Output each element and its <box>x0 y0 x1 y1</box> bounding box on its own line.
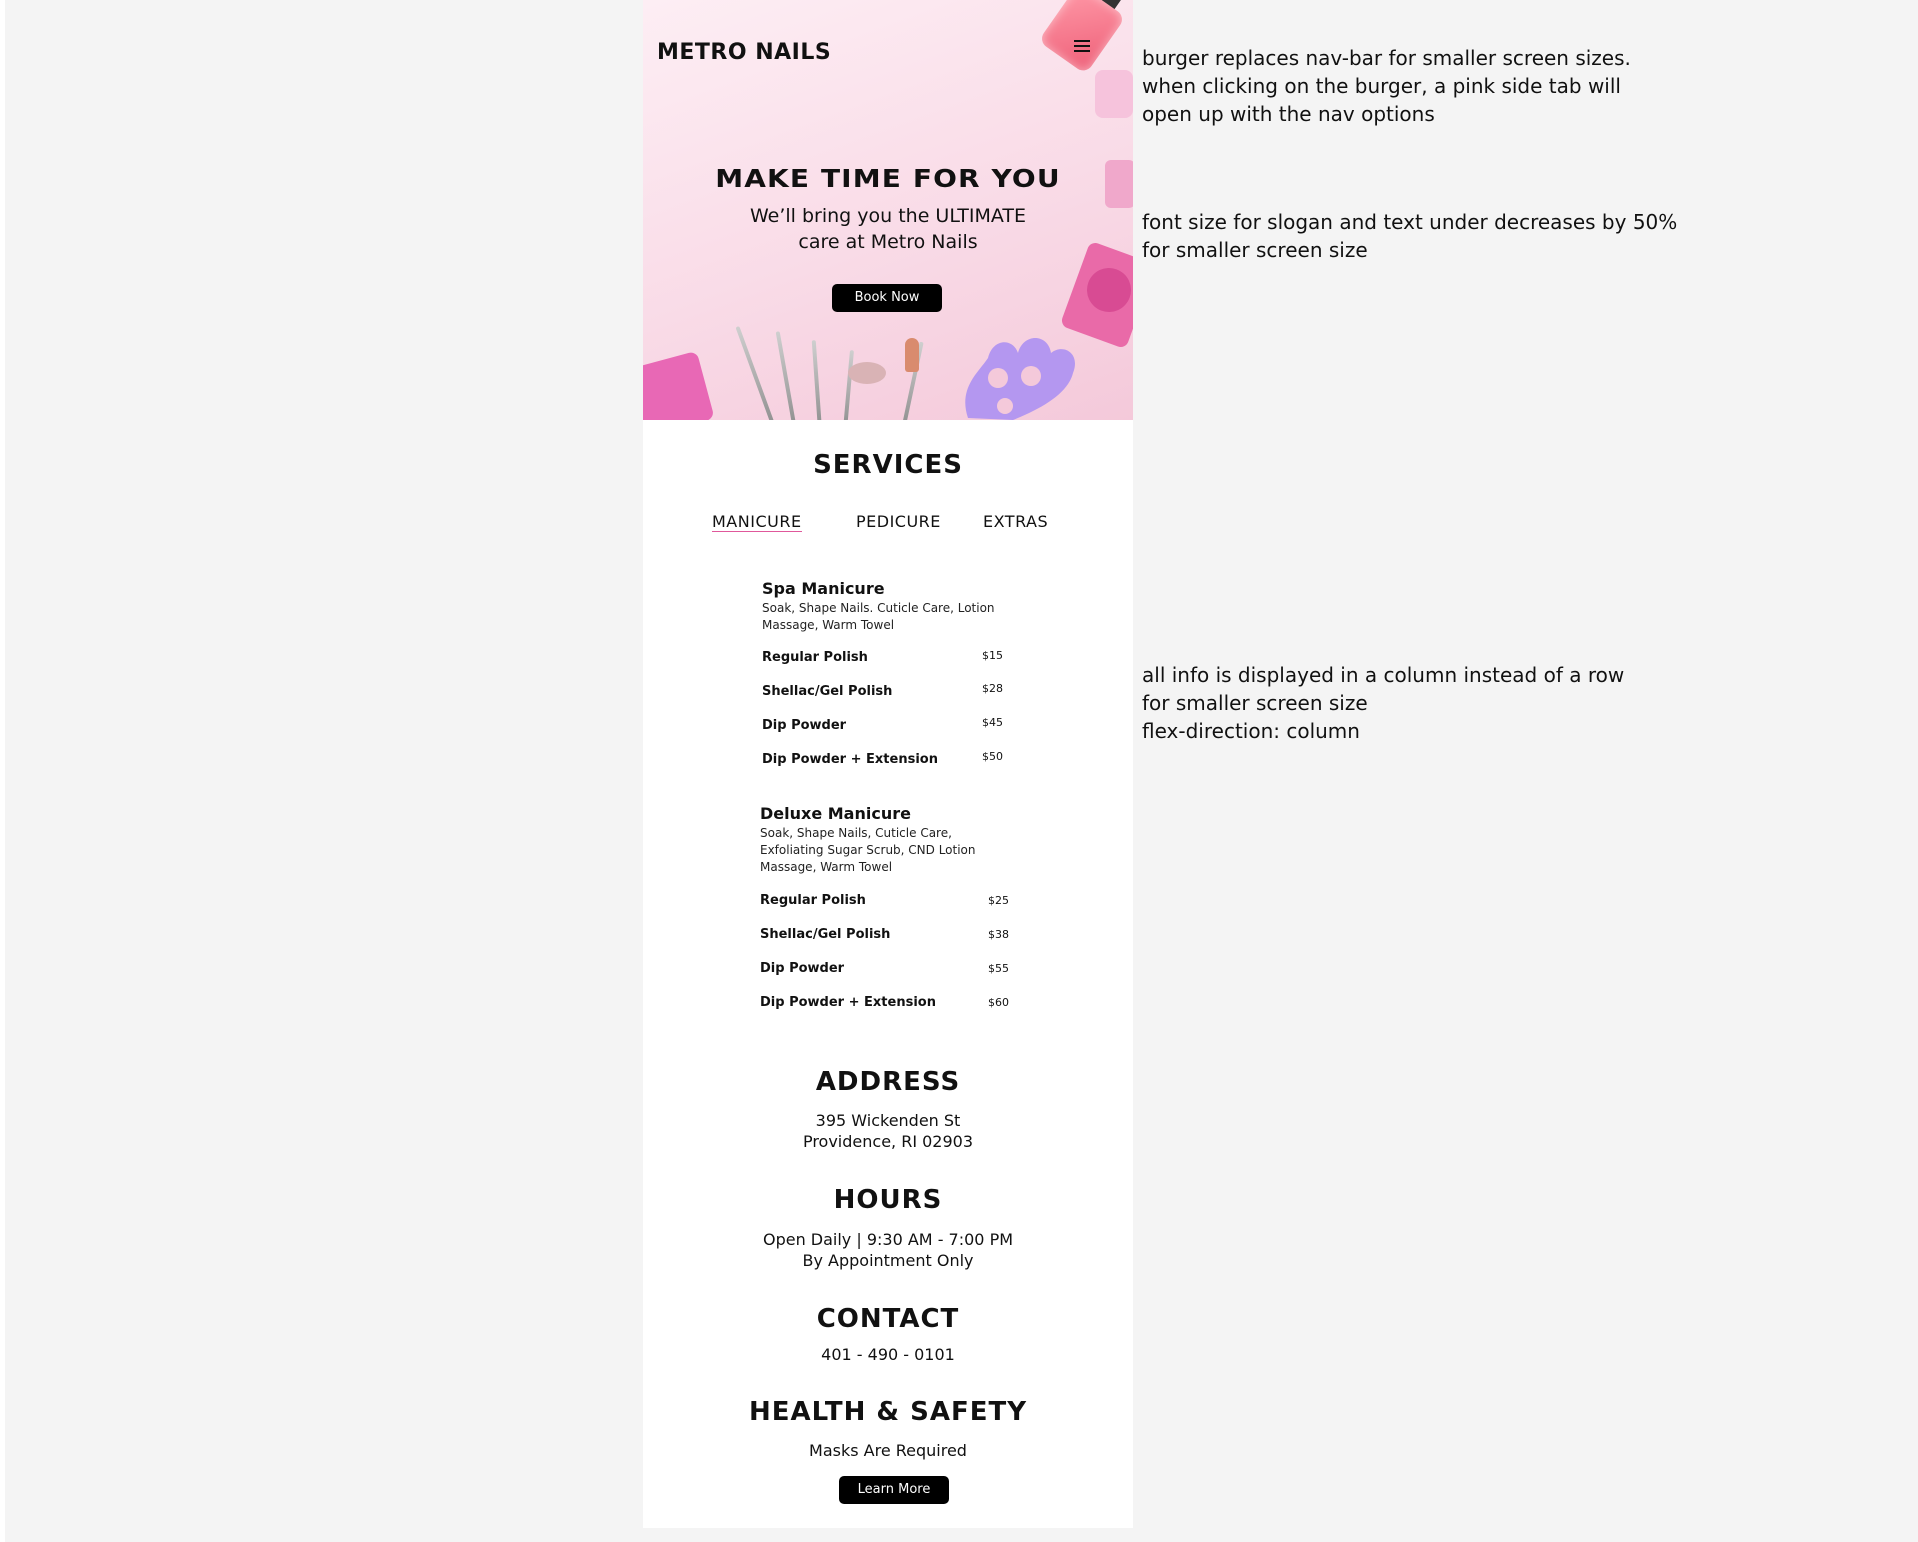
service-name: Spa Manicure <box>762 579 885 598</box>
health-safety-title: HEALTH & SAFETY <box>748 1397 1028 1427</box>
option-label: Dip Powder <box>760 961 845 976</box>
pink-jar-image <box>643 350 715 420</box>
hours-title: HOURS <box>833 1185 943 1215</box>
nail-drill-bit-image <box>905 338 919 372</box>
pink-jar-image <box>1095 70 1133 118</box>
annotation-line: all info is displayed in a column instea… <box>1142 663 1625 687</box>
hours-line: Open Daily | 9:30 AM - 7:00 PM <box>762 1230 1014 1249</box>
annotation-font-size: font size for slogan and text under decr… <box>1142 208 1702 264</box>
service-description-line: Soak, Shape Nails, Cuticle Care, <box>760 826 952 840</box>
option-price: $50 <box>982 750 1003 763</box>
hero-section: METRO NAILS MAKE TIME FOR YOU We’ll brin… <box>643 0 1133 420</box>
hero-slogan: MAKE TIME FOR YOU <box>715 164 1061 193</box>
option-price: $38 <box>988 928 1009 941</box>
annotation-line: for smaller screen size <box>1142 691 1368 715</box>
brand-logo[interactable]: METRO NAILS <box>657 40 831 65</box>
mobile-mockup: METRO NAILS MAKE TIME FOR YOU We’ll brin… <box>643 0 1133 1528</box>
option-price: $15 <box>982 649 1003 662</box>
contact-title: CONTACT <box>816 1304 960 1334</box>
address-line: Providence, RI 02903 <box>802 1132 974 1151</box>
annotation-line: when clicking on the burger, a pink side… <box>1142 74 1621 98</box>
option-price: $45 <box>982 716 1003 729</box>
service-name: Deluxe Manicure <box>760 804 911 823</box>
annotation-line: flex-direction: column <box>1142 719 1360 743</box>
option-price: $25 <box>988 894 1009 907</box>
contact-phone[interactable]: 401 - 490 - 0101 <box>643 1344 1133 1365</box>
option-label: Dip Powder + Extension <box>760 995 936 1010</box>
service-description-line: Soak, Shape Nails. Cuticle Care, Lotion <box>762 601 995 615</box>
nail-tool-image <box>811 340 822 420</box>
address-line: 395 Wickenden St <box>815 1111 961 1130</box>
nail-tool-image <box>775 331 797 420</box>
annotation-line: open up with the nav options <box>1142 102 1435 126</box>
option-label: Regular Polish <box>760 893 866 908</box>
option-price: $60 <box>988 996 1009 1009</box>
address-title: ADDRESS <box>815 1067 961 1097</box>
annotation-line: burger replaces nav-bar for smaller scre… <box>1142 46 1631 70</box>
tab-extras[interactable]: EXTRAS <box>983 512 1048 531</box>
service-description-line: Exfoliating Sugar Scrub, CND Lotion <box>760 843 976 857</box>
hours-line: By Appointment Only <box>802 1251 974 1270</box>
annotation-line: font size for slogan and text under decr… <box>1142 210 1678 234</box>
hero-subtext: We’ll bring you the ULTIMATE care at Met… <box>718 203 1058 255</box>
tab-pedicure[interactable]: PEDICURE <box>856 512 941 531</box>
service-description: Soak, Shape Nails. Cuticle Care, Lotion … <box>762 600 1032 634</box>
nail-tool-image <box>735 325 777 420</box>
learn-more-button[interactable]: Learn More <box>839 1476 949 1504</box>
health-safety-text: Masks Are Required <box>809 1441 967 1460</box>
services-title: SERVICES <box>813 450 963 480</box>
annotation-line: for smaller screen size <box>1142 238 1368 262</box>
burger-menu-icon[interactable] <box>1071 37 1093 57</box>
services-tabs: MANICURE PEDICURE EXTRAS <box>643 512 1133 536</box>
option-label: Regular Polish <box>762 650 868 665</box>
service-description: Soak, Shape Nails, Cuticle Care, Exfolia… <box>760 825 1030 876</box>
hero-subtext-line: We’ll bring you the ULTIMATE <box>749 205 1027 227</box>
service-description-line: Massage, Warm Towel <box>762 618 895 632</box>
annotation-column-layout: all info is displayed in a column instea… <box>1142 661 1702 745</box>
toe-separator-image <box>965 338 1075 420</box>
option-label: Dip Powder + Extension <box>762 752 938 767</box>
book-now-button[interactable]: Book Now <box>832 284 942 312</box>
option-label: Shellac/Gel Polish <box>760 927 891 942</box>
option-price: $55 <box>988 962 1009 975</box>
tab-manicure[interactable]: MANICURE <box>712 512 802 532</box>
service-description-line: Massage, Warm Towel <box>760 860 893 874</box>
option-label: Dip Powder <box>762 718 847 733</box>
nail-drill-bit-image <box>848 362 886 384</box>
option-label: Shellac/Gel Polish <box>762 684 893 699</box>
nail-tool-image <box>843 350 854 420</box>
annotation-burger: burger replaces nav-bar for smaller scre… <box>1142 44 1702 128</box>
option-price: $28 <box>982 682 1003 695</box>
hero-subtext-line: care at Metro Nails <box>798 231 978 253</box>
